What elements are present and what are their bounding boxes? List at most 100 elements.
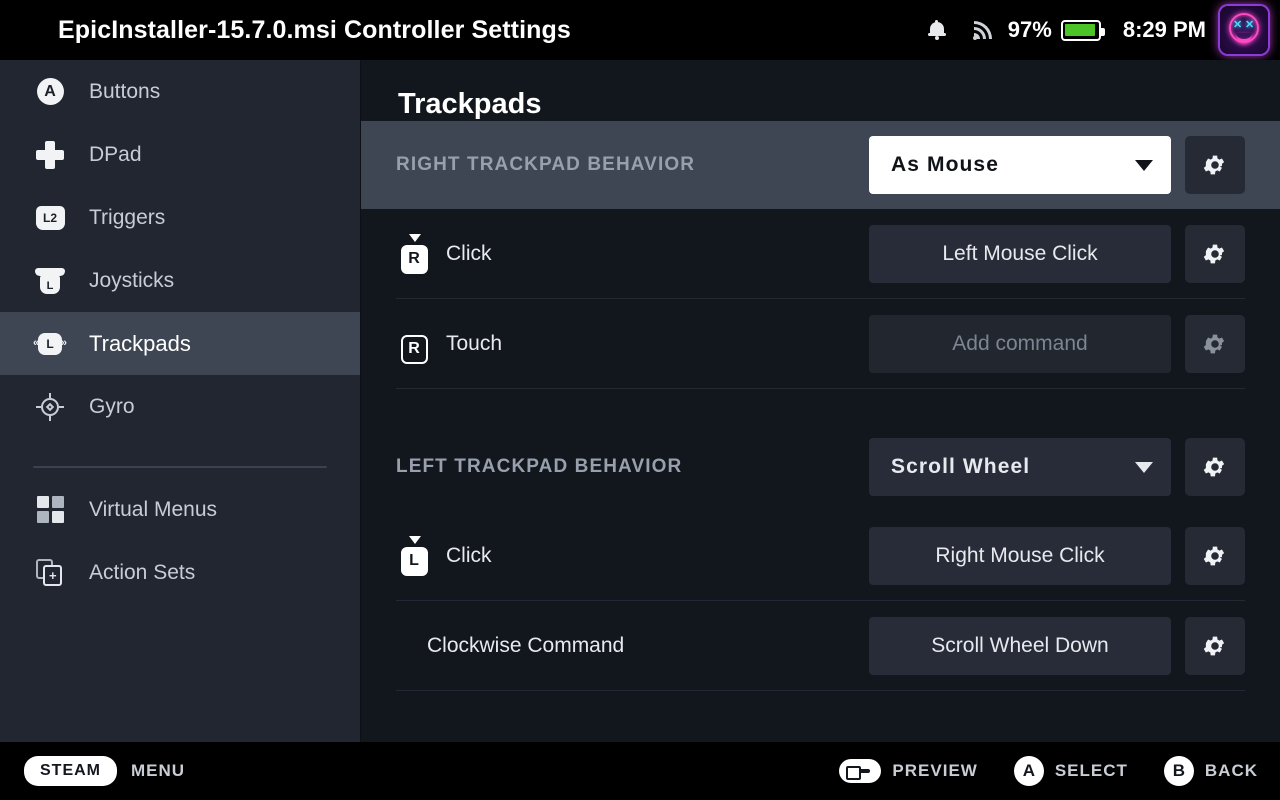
sidebar-item-label: Virtual Menus [89,497,218,521]
battery-icon [1060,19,1105,41]
avatar-eye-right: ✕ [1245,19,1255,31]
gear-icon [1202,633,1228,659]
a-button-icon: A [1013,756,1044,786]
right-trackpad-behavior-settings-button[interactable] [1185,136,1245,194]
sidebar-item-label: Trackpads [89,330,191,356]
joystick-key-label: L [40,274,60,294]
sidebar-item-label: Triggers [89,205,166,229]
clock-label: 8:29 PM [1122,17,1206,42]
clockwise-command-button[interactable]: Scroll Wheel Down [869,616,1171,675]
wifi-glyph [972,20,994,40]
left-trackpad-behavior-dropdown[interactable]: Scroll Wheel [869,438,1171,496]
dropdown-value: Scroll Wheel [891,455,1031,478]
left-trackpad-click-icon: L [396,535,432,576]
sidebar-item-triggers[interactable]: L2 Triggers [0,186,360,249]
dropdown-value: As Mouse [891,153,999,176]
right-trackpad-click-icon: R [396,233,432,274]
section-label: RIGHT TRACKPAD BEHAVIOR [396,154,696,175]
window-title: EpicInstaller-15.7.0.msi Controller Sett… [58,15,571,44]
top-status-bar: EpicInstaller-15.7.0.msi Controller Sett… [0,0,1280,60]
sidebar-item-buttons[interactable]: A Buttons [0,60,360,123]
footer-hints: PREVIEW A SELECT B BACK [839,756,1258,786]
left-click-settings-button[interactable] [1185,526,1245,585]
notification-bell-icon[interactable] [914,0,960,60]
table-row[interactable]: R Touch Add command [396,299,1245,389]
sidebar-item-label: Gyro [89,394,135,418]
gear-icon [1202,152,1228,178]
settings-main-panel: Trackpads RIGHT TRACKPAD BEHAVIOR As Mou… [361,60,1280,742]
row-label-text: Click [446,241,492,265]
avatar-eye-left: ✕ [1233,19,1243,31]
sidebar-item-label: Buttons [89,79,161,103]
page-title: Trackpads [398,88,542,120]
b-button-icon: B [1163,756,1194,786]
battery-percent-label: 97% [1007,17,1052,42]
hint-back[interactable]: B BACK [1163,756,1258,786]
chevron-down-icon [1135,461,1153,473]
a-button-icon: A [33,75,67,109]
sidebar-item-joysticks[interactable]: L Joysticks [0,249,360,312]
right-click-settings-button[interactable] [1185,224,1245,283]
right-touch-command-button[interactable]: Add command [869,314,1171,373]
dpad-icon [33,138,67,172]
status-tray: 97% 8:29 PM ✕ ✕ [914,0,1268,60]
section-label: LEFT TRACKPAD BEHAVIOR [396,456,683,477]
sidebar-item-action-sets[interactable]: + Action Sets [0,541,360,604]
l2-trigger-icon: L2 [33,201,67,235]
row-label-text: Click [446,543,492,567]
hint-label: SELECT [1054,761,1128,780]
joystick-icon: L [33,264,67,298]
table-row[interactable]: R Click Left Mouse Click [396,209,1245,299]
gear-icon [1202,454,1228,480]
left-trackpad-behavior-settings-button[interactable] [1185,438,1245,496]
section-header-left-trackpad-behavior[interactable]: LEFT TRACKPAD BEHAVIOR Scroll Wheel [361,423,1280,511]
user-avatar[interactable]: ✕ ✕ [1220,6,1268,54]
grid-menu-icon [33,493,67,527]
right-trackpad-behavior-dropdown[interactable]: As Mouse [869,136,1171,194]
steam-controller-settings-screen: EpicInstaller-15.7.0.msi Controller Sett… [0,0,1280,800]
trackpad-key-label: L [38,332,62,355]
row-label: R Touch [396,324,869,364]
footer-hint-bar: STEAM MENU PREVIEW A SELECT B BACK [0,742,1280,800]
gear-icon [1202,241,1228,267]
hint-preview[interactable]: PREVIEW [839,759,977,783]
table-row[interactable]: Clockwise Command Scroll Wheel Down [396,601,1245,691]
hint-label: BACK [1204,761,1258,780]
row-label-text: Touch [446,331,503,355]
action-sets-icon: + [33,556,67,590]
wifi-signal-icon[interactable] [960,0,1006,60]
section-header-right-trackpad-behavior[interactable]: RIGHT TRACKPAD BEHAVIOR As Mouse [361,121,1280,209]
gear-icon [1202,331,1228,357]
hint-select[interactable]: A SELECT [1013,756,1128,786]
pad-key-label: R [400,334,428,364]
sidebar-item-label: DPad [89,142,142,166]
sidebar-divider [33,466,327,468]
sidebar-item-trackpads[interactable]: « L » Trackpads [0,312,360,375]
table-row[interactable]: L Click Right Mouse Click [396,511,1245,601]
sidebar-item-dpad[interactable]: DPad [0,123,360,186]
pad-key-label: R [400,244,428,274]
right-touch-settings-button[interactable] [1185,314,1245,373]
trackpad-icon: « L » [33,327,67,361]
sidebar-item-virtual-menus[interactable]: Virtual Menus [0,478,360,541]
settings-sidebar: A Buttons DPad L2 Triggers L Joysticks «… [0,60,361,742]
l2-key-label: L2 [35,205,65,230]
steam-button[interactable]: STEAM [24,756,117,786]
row-label: R Click [396,233,869,274]
chevron-down-icon [1135,159,1153,171]
bell-glyph [927,20,946,40]
clockwise-settings-button[interactable] [1185,616,1245,675]
row-label-text: Clockwise Command [427,633,625,657]
row-label: Clockwise Command [396,634,869,658]
pad-key-label: L [400,546,428,576]
right-click-command-button[interactable]: Left Mouse Click [869,224,1171,283]
left-click-command-button[interactable]: Right Mouse Click [869,526,1171,585]
battery-indicator[interactable]: 97% [1006,17,1107,43]
sidebar-item-label: Joysticks [89,268,175,292]
sidebar-item-gyro[interactable]: Gyro [0,375,360,438]
hint-label: PREVIEW [892,761,978,780]
sidebar-item-label: Action Sets [89,560,196,584]
right-trackpad-touch-icon: R [396,324,432,364]
gear-icon [1202,543,1228,569]
gyro-icon [33,390,67,424]
